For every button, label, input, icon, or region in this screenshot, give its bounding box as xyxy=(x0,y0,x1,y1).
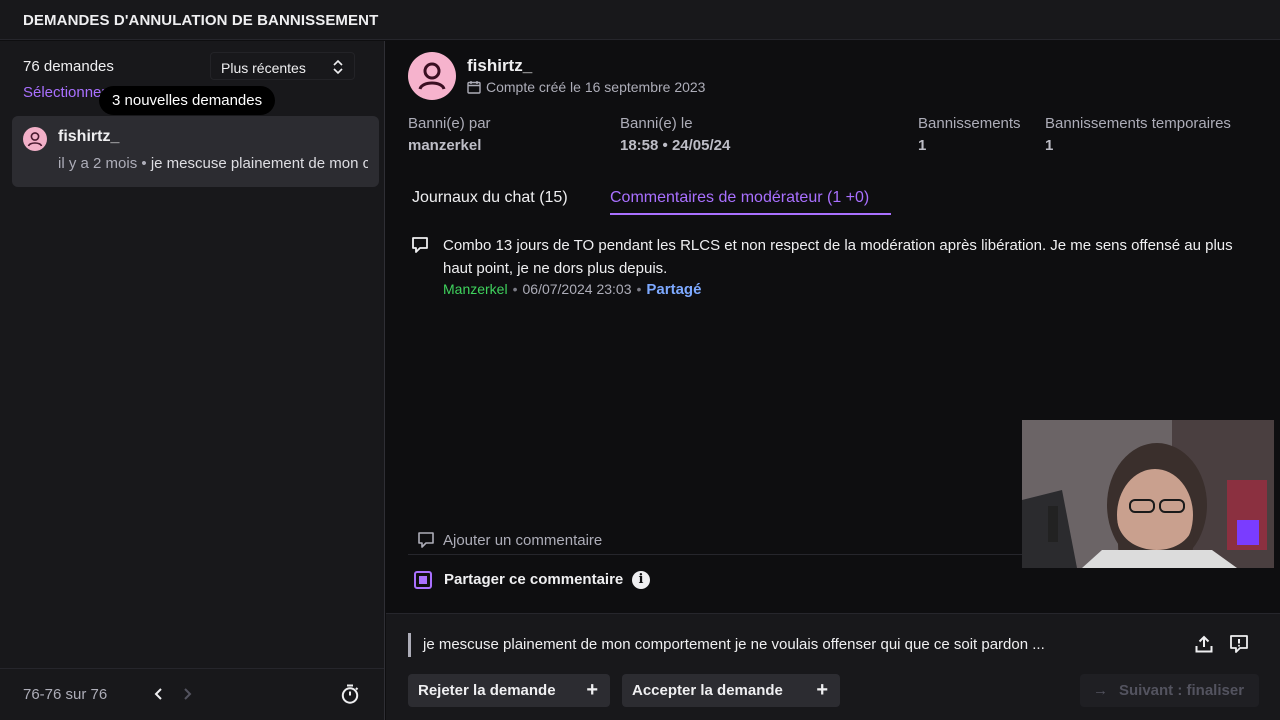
info-icon[interactable]: i xyxy=(632,571,650,589)
user-avatar-small xyxy=(23,127,47,151)
user-avatar xyxy=(408,52,456,100)
page-title: DEMANDES D'ANNULATION DE BANNISSEMENT xyxy=(23,12,379,29)
account-created: Compte créé le 16 septembre 2023 xyxy=(467,79,705,95)
quote-bar xyxy=(408,633,411,657)
temp-bans-value: 1 xyxy=(1045,137,1054,154)
add-comment-placeholder: Ajouter un commentaire xyxy=(443,532,603,549)
reject-button[interactable]: Rejeter la demande + xyxy=(408,674,610,707)
meta-separator: • xyxy=(512,281,518,297)
share-comment-label[interactable]: Partager ce commentaire xyxy=(444,571,623,588)
banned-by-value: manzerkel xyxy=(408,137,482,154)
tab-chat-logs[interactable]: Journaux du chat (15) xyxy=(412,189,568,207)
bans-label: Bannissements xyxy=(918,115,1021,132)
account-created-text: Compte créé le 16 septembre 2023 xyxy=(486,79,706,95)
accept-button[interactable]: Accepter la demande + xyxy=(622,674,840,707)
comment-date: 06/07/2024 23:03 xyxy=(522,281,632,297)
request-list-item[interactable]: fishirtz_ il y a 2 mois • je mescuse pla… xyxy=(12,116,379,187)
add-comment-input[interactable]: Ajouter un commentaire xyxy=(408,525,1028,555)
upload-icon[interactable] xyxy=(1194,634,1214,654)
temp-bans-label: Bannissements temporaires xyxy=(1045,115,1231,132)
meta-separator: • xyxy=(636,281,642,297)
user-icon xyxy=(418,62,446,90)
plus-icon: + xyxy=(586,679,598,701)
sort-select[interactable]: Plus récentes xyxy=(210,52,355,80)
user-icon xyxy=(27,132,43,147)
active-tab-indicator xyxy=(610,213,891,215)
timer-icon[interactable] xyxy=(339,683,361,705)
tab-mod-comments[interactable]: Commentaires de modérateur (1 +0) xyxy=(610,189,869,207)
report-icon[interactable] xyxy=(1229,634,1249,654)
select-link[interactable]: Sélectionner xyxy=(23,84,106,101)
comment-text: Combo 13 jours de TO pendant les RLCS et… xyxy=(443,237,1233,277)
next-button[interactable]: → Suivant : finaliser xyxy=(1080,674,1259,707)
comment-icon xyxy=(418,532,434,548)
sort-select-label: Plus récentes xyxy=(221,60,306,76)
request-count: 76 demandes xyxy=(23,58,114,75)
webcam-overlay xyxy=(1022,420,1274,568)
request-username: fishirtz_ xyxy=(58,128,120,145)
sidebar-footer: 76-76 sur 76 xyxy=(0,668,384,720)
requests-sidebar: 76 demandes Plus récentes Sélectionner 3… xyxy=(0,41,385,720)
comment-icon xyxy=(412,237,428,253)
arrow-right-icon: → xyxy=(1093,682,1108,699)
accept-label: Accepter la demande xyxy=(632,682,783,699)
banned-on-label: Banni(e) le xyxy=(620,115,693,132)
chevron-right-icon[interactable] xyxy=(178,685,196,703)
request-preview: je mescuse plainement de mon comportemen… xyxy=(150,155,368,172)
comment-meta: Manzerkel • 06/07/2024 23:03 • Partagé xyxy=(443,281,701,298)
chevron-left-icon[interactable] xyxy=(150,685,168,703)
action-bar: je mescuse plainement de mon comportemen… xyxy=(386,613,1280,720)
shared-badge: Partagé xyxy=(646,281,702,298)
bans-value: 1 xyxy=(918,137,927,154)
username: fishirtz_ xyxy=(467,56,533,75)
bullet-separator: • xyxy=(141,155,147,172)
webcam-image xyxy=(1022,420,1274,568)
comment-author[interactable]: Manzerkel xyxy=(443,281,508,297)
request-detail: fishirtz_ Compte créé le 16 septembre 20… xyxy=(386,41,1280,720)
new-requests-tooltip[interactable]: 3 nouvelles demandes xyxy=(99,86,276,115)
share-comment-checkbox[interactable] xyxy=(414,571,432,589)
pagination-label: 76-76 sur 76 xyxy=(23,686,108,703)
top-bar: DEMANDES D'ANNULATION DE BANNISSEMENT xyxy=(0,0,1280,40)
calendar-icon xyxy=(467,81,481,94)
banned-by-label: Banni(e) par xyxy=(408,115,491,132)
request-meta: il y a 2 mois • je mescuse plainement de… xyxy=(58,155,368,172)
next-label: Suivant : finaliser xyxy=(1119,682,1245,699)
banned-on-value: 18:58 • 24/05/24 xyxy=(620,137,731,154)
plus-icon: + xyxy=(816,679,828,701)
request-message: je mescuse plainement de mon comportemen… xyxy=(423,636,1045,653)
request-age: il y a 2 mois xyxy=(58,155,138,172)
reject-label: Rejeter la demande xyxy=(418,682,556,699)
sort-chevrons-icon xyxy=(333,59,343,75)
